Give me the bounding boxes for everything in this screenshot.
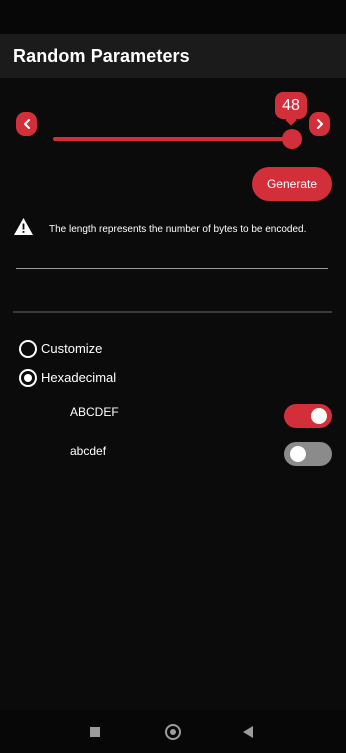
uppercase-toggle[interactable] — [284, 404, 332, 428]
toggle-knob — [311, 408, 327, 424]
back-triangle-icon[interactable] — [243, 726, 253, 738]
lowercase-toggle[interactable] — [284, 442, 332, 466]
app-bar: Random Parameters — [0, 34, 346, 78]
warning-icon — [14, 218, 33, 235]
radio-customize-label[interactable]: Customize — [41, 341, 102, 356]
chevron-left-icon — [23, 119, 30, 129]
toggle-knob — [290, 446, 306, 462]
radio-selected-dot — [24, 374, 32, 382]
radio-customize[interactable] — [19, 340, 37, 358]
recents-square-icon[interactable] — [90, 727, 100, 737]
page-title: Random Parameters — [13, 46, 190, 66]
length-slider-track[interactable] — [53, 137, 293, 141]
chevron-right-icon — [316, 119, 323, 129]
increment-button[interactable] — [309, 112, 330, 136]
generate-button[interactable]: Generate — [252, 167, 332, 201]
slider-value-bubble: 48 — [275, 92, 307, 119]
uppercase-label: ABCDEF — [70, 405, 119, 419]
status-bar — [0, 0, 346, 34]
length-slider-thumb[interactable] — [282, 129, 302, 149]
lowercase-label: abcdef — [70, 444, 107, 458]
output-field[interactable] — [16, 268, 328, 269]
radio-hexadecimal-label[interactable]: Hexadecimal — [41, 370, 116, 385]
section-divider — [13, 311, 332, 313]
slider-value: 48 — [282, 96, 300, 114]
radio-hexadecimal[interactable] — [19, 369, 37, 387]
hint-text: The length represents the number of byte… — [49, 224, 307, 235]
home-circle-icon[interactable] — [165, 724, 181, 740]
decrement-button[interactable] — [16, 112, 37, 136]
